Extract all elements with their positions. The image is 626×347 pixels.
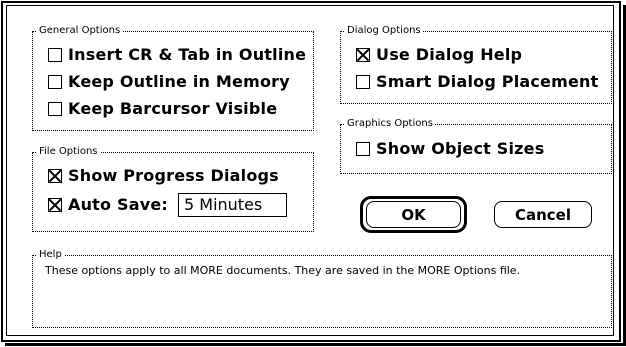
graphics-options-group: Graphics Options Show Object Sizes <box>340 117 612 174</box>
use-dialog-help-checkbox[interactable] <box>356 48 370 62</box>
ok-button[interactable]: OK <box>366 201 461 228</box>
show-progress-dialogs-label: Show Progress Dialogs <box>68 166 279 185</box>
general-options-group: General Options Insert CR & Tab in Outli… <box>32 24 314 131</box>
dialog-options-group: Dialog Options Use Dialog Help Smart Dia… <box>340 24 612 104</box>
keep-outline-memory-checkbox[interactable] <box>48 75 62 89</box>
insert-cr-tab-checkbox[interactable] <box>48 48 62 62</box>
keep-barcursor-visible-label: Keep Barcursor Visible <box>68 99 278 118</box>
file-options-title: File Options <box>37 145 100 159</box>
show-progress-dialogs-option[interactable]: Show Progress Dialogs <box>48 166 279 186</box>
general-options-title: General Options <box>37 24 123 38</box>
dialog-options-title: Dialog Options <box>345 24 423 38</box>
help-title: Help <box>37 248 64 262</box>
dialog-shadow-bottom <box>5 343 626 346</box>
keep-barcursor-visible-option[interactable]: Keep Barcursor Visible <box>48 99 277 119</box>
show-object-sizes-checkbox[interactable] <box>356 142 370 156</box>
auto-save-option[interactable]: Auto Save: <box>48 195 168 215</box>
smart-dialog-placement-checkbox[interactable] <box>356 75 370 89</box>
keep-outline-memory-label: Keep Outline in Memory <box>68 72 290 91</box>
keep-barcursor-visible-checkbox[interactable] <box>48 102 62 116</box>
show-progress-dialogs-checkbox[interactable] <box>48 169 62 183</box>
auto-save-checkbox[interactable] <box>48 198 62 212</box>
show-object-sizes-option[interactable]: Show Object Sizes <box>356 139 544 159</box>
help-text: These options apply to all MORE document… <box>45 264 521 277</box>
help-group: Help These options apply to all MORE doc… <box>32 248 612 328</box>
show-object-sizes-label: Show Object Sizes <box>376 139 545 158</box>
insert-cr-tab-label: Insert CR & Tab in Outline <box>68 45 307 64</box>
insert-cr-tab-option[interactable]: Insert CR & Tab in Outline <box>48 45 306 65</box>
use-dialog-help-label: Use Dialog Help <box>376 45 523 64</box>
keep-outline-memory-option[interactable]: Keep Outline in Memory <box>48 72 290 92</box>
graphics-options-title: Graphics Options <box>345 117 435 131</box>
cancel-button[interactable]: Cancel <box>494 201 592 228</box>
smart-dialog-placement-option[interactable]: Smart Dialog Placement <box>356 72 598 92</box>
auto-save-interval-field[interactable]: 5 Minutes <box>178 193 287 217</box>
file-options-group: File Options Show Progress Dialogs Auto … <box>32 145 314 232</box>
use-dialog-help-option[interactable]: Use Dialog Help <box>356 45 522 65</box>
auto-save-label: Auto Save: <box>68 195 168 214</box>
smart-dialog-placement-label: Smart Dialog Placement <box>376 72 599 91</box>
